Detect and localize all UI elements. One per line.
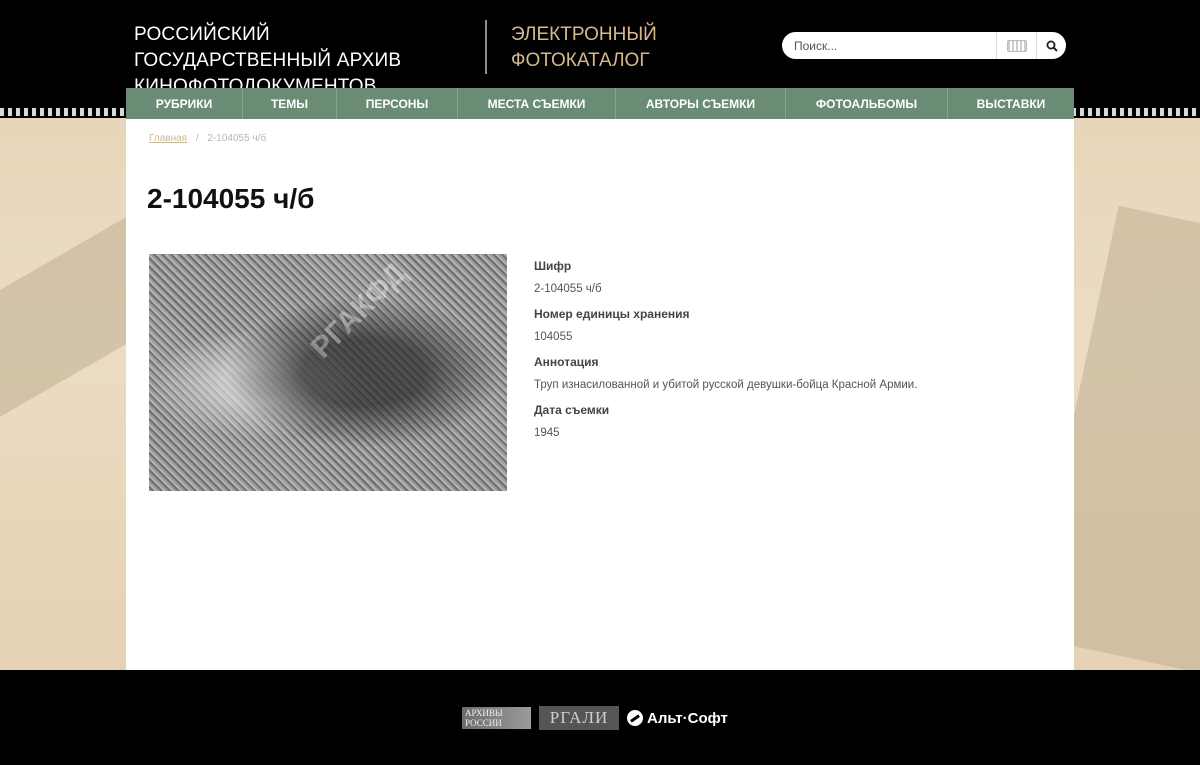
- nav-item-rubrics[interactable]: РУБРИКИ: [126, 88, 243, 119]
- nav-item-authors[interactable]: АВТОРЫ СЪЕМКИ: [616, 88, 786, 119]
- record-metadata: Шифр 2-104055 ч/б Номер единицы хранения…: [534, 259, 1034, 451]
- search-box: [782, 32, 1066, 59]
- nav-item-locations[interactable]: МЕСТА СЪЕМКИ: [458, 88, 616, 119]
- breadcrumb: Главная / 2-104055 ч/б: [149, 133, 266, 144]
- search-button[interactable]: [1036, 32, 1066, 59]
- keyboard-icon: [1006, 39, 1027, 52]
- search-input[interactable]: [782, 32, 996, 59]
- content-panel: Главная / 2-104055 ч/б 2-104055 ч/б РГАК…: [126, 119, 1074, 670]
- field-label-date: Дата съемки: [534, 403, 610, 417]
- header-divider: [485, 20, 487, 74]
- field-value-storage-number: 104055: [534, 331, 573, 343]
- nav-item-persons[interactable]: ПЕРСОНЫ: [337, 88, 458, 119]
- breadcrumb-current: 2-104055 ч/б: [207, 133, 267, 144]
- field-label-annotation: Аннотация: [534, 355, 599, 369]
- archives-russia-logo[interactable]: АРХИВЫ РОССИИ: [462, 707, 531, 729]
- field-value-date: 1945: [534, 427, 560, 439]
- nav-item-exhibitions[interactable]: ВЫСТАВКИ: [948, 88, 1074, 119]
- record-photo[interactable]: РГАКФД: [149, 254, 507, 491]
- catalog-title[interactable]: ЭЛЕКТРОННЫЙ ФОТОКАТАЛОГ: [511, 22, 671, 74]
- site-footer: АРХИВЫ РОССИИ РГАЛИ Альт·Софт: [0, 670, 1200, 765]
- main-nav: РУБРИКИ ТЕМЫ ПЕРСОНЫ МЕСТА СЪЕМКИ АВТОРЫ…: [126, 88, 1074, 119]
- altsoft-mark-icon: [627, 710, 643, 726]
- breadcrumb-separator: /: [195, 133, 199, 144]
- field-label-code: Шифр: [534, 259, 572, 273]
- field-value-annotation: Труп изнасилованной и убитой русской дев…: [534, 379, 918, 391]
- rgali-logo[interactable]: РГАЛИ: [539, 706, 619, 730]
- virtual-keyboard-button[interactable]: [996, 32, 1036, 59]
- search-icon: [1046, 40, 1058, 52]
- nav-item-topics[interactable]: ТЕМЫ: [243, 88, 337, 119]
- field-label-storage-number: Номер единицы хранения: [534, 307, 690, 321]
- breadcrumb-home-link[interactable]: Главная: [149, 133, 187, 144]
- photo-watermark: РГАКФД: [304, 256, 413, 365]
- altsoft-logo-text: Альт·Софт: [647, 709, 728, 727]
- partner-logos: АРХИВЫ РОССИИ РГАЛИ Альт·Софт: [462, 706, 728, 730]
- field-value-code: 2-104055 ч/б: [534, 283, 602, 295]
- page-title: 2-104055 ч/б: [147, 183, 315, 214]
- altsoft-logo[interactable]: Альт·Софт: [627, 710, 728, 727]
- nav-item-albums[interactable]: ФОТОАЛЬБОМЫ: [786, 88, 948, 119]
